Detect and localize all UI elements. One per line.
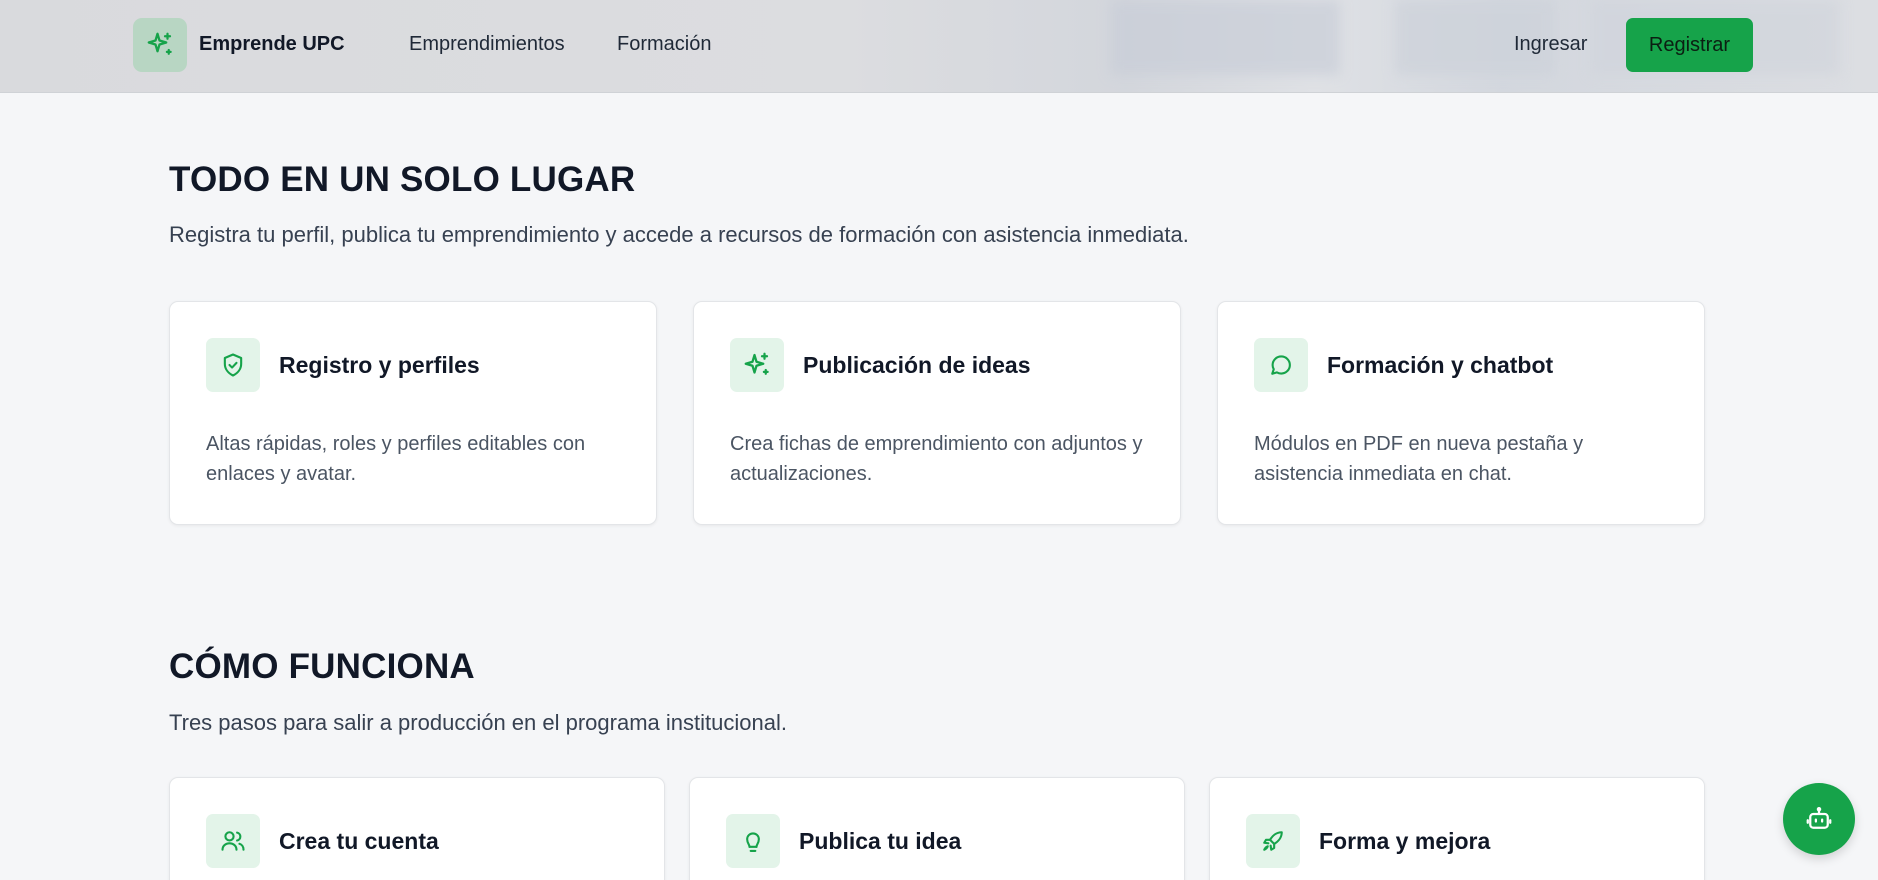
brand-name[interactable]: Emprende UPC	[199, 33, 345, 56]
step-card-title: Forma y mejora	[1319, 828, 1491, 854]
feature-card-registro: Registro y perfiles Altas rápidas, roles…	[169, 301, 657, 525]
nav-link-emprendimientos[interactable]: Emprendimientos	[409, 33, 565, 56]
feature-card-title: Registro y perfiles	[279, 352, 480, 378]
feature-card-description: Altas rápidas, roles y perfiles editable…	[206, 433, 586, 485]
feature-card-description: Módulos en PDF en nueva pestaña y asiste…	[1254, 433, 1584, 485]
header-backdrop-blur	[1110, 0, 1340, 75]
top-navbar: Emprende UPC Emprendimientos Formación I…	[0, 0, 1878, 93]
chat-bubble-icon	[1271, 355, 1291, 375]
how-subtitle: Tres pasos para salir a producción en el…	[169, 710, 787, 735]
users-icon	[221, 831, 245, 851]
login-link[interactable]: Ingresar	[1514, 33, 1587, 56]
feature-icon-box	[206, 338, 260, 392]
step-icon-box	[206, 814, 260, 868]
feature-icon-box	[1254, 338, 1308, 392]
rocket-icon	[1263, 831, 1283, 851]
step-icon-box	[726, 814, 780, 868]
feature-card-title: Publicación de ideas	[803, 352, 1031, 378]
brand-logo[interactable]	[133, 18, 187, 72]
feature-card-title: Formación y chatbot	[1327, 352, 1554, 378]
chatbot-button[interactable]	[1783, 783, 1855, 855]
step-card-cuenta: Crea tu cuenta	[169, 777, 665, 880]
sparkles-icon	[147, 32, 172, 55]
feature-card-formacion: Formación y chatbot Módulos en PDF en nu…	[1217, 301, 1705, 525]
shield-check-icon	[223, 353, 243, 377]
how-title: CÓMO FUNCIONA	[169, 647, 475, 686]
sparkles-icon	[744, 352, 769, 375]
robot-icon	[1806, 806, 1832, 829]
feature-icon-box	[730, 338, 784, 392]
feature-card-description: Crea fichas de emprendimiento con adjunt…	[730, 433, 1143, 485]
step-card-idea: Publica tu idea	[689, 777, 1185, 880]
step-icon-box	[1246, 814, 1300, 868]
register-button[interactable]: Registrar	[1626, 18, 1753, 72]
step-card-title: Publica tu idea	[799, 828, 962, 854]
step-card-title: Crea tu cuenta	[279, 828, 439, 854]
feature-card-publicacion: Publicación de ideas Crea fichas de empr…	[693, 301, 1181, 525]
features-subtitle: Registra tu perfil, publica tu emprendim…	[169, 222, 1189, 247]
lightbulb-icon	[746, 832, 760, 852]
step-card-forma: Forma y mejora	[1209, 777, 1705, 880]
nav-link-formacion[interactable]: Formación	[617, 33, 711, 56]
features-title: TODO EN UN SOLO LUGAR	[169, 160, 636, 199]
